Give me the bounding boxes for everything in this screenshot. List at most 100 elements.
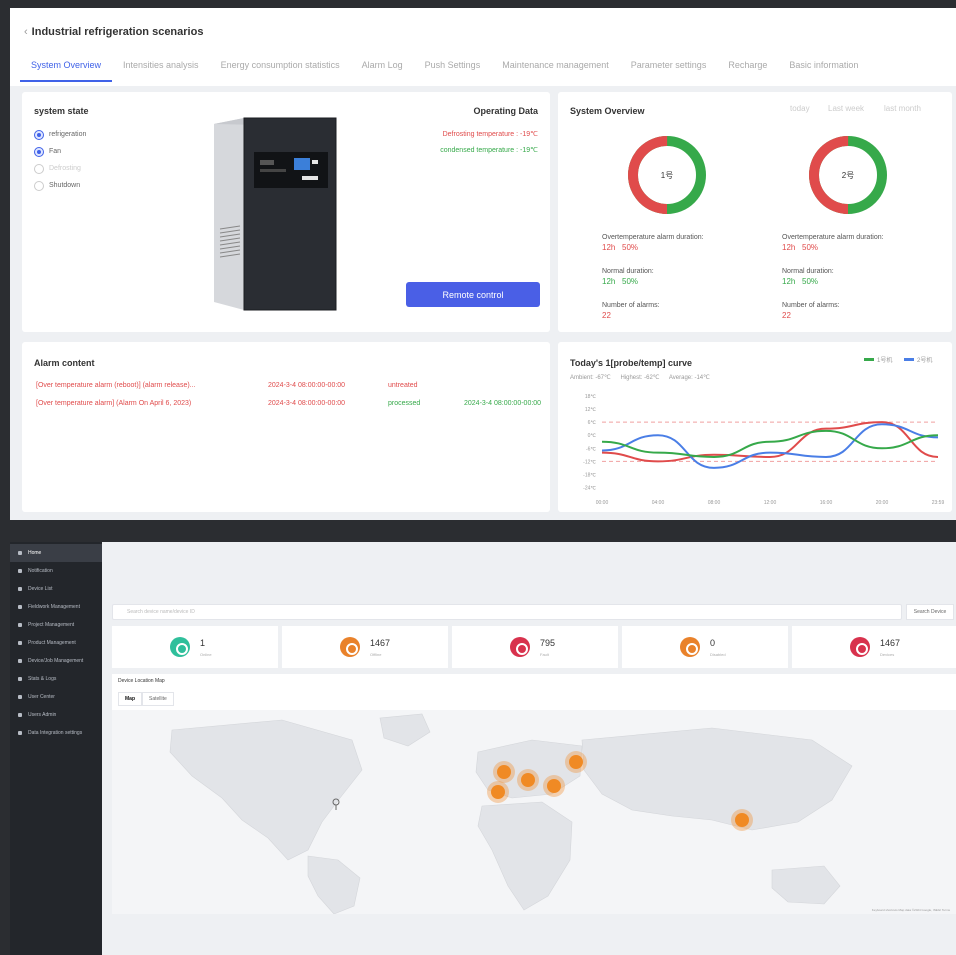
system-overview-card: System Overview today Last week last mon… [558, 92, 952, 332]
device-cluster-marker[interactable] [565, 751, 587, 773]
alarm-text: [Over temperature alarm] (Alarm On April… [36, 400, 192, 407]
system-state-title: system state [34, 106, 89, 116]
kpi-card-disabled[interactable]: 0 Disabled [622, 626, 788, 668]
sidebar-item-label: Fieldwork Management [28, 604, 80, 610]
world-map[interactable] [112, 710, 956, 914]
map-tab-map[interactable]: Map [118, 692, 142, 706]
sidebar-item-stats-logs[interactable]: Stats & Logs [10, 670, 102, 688]
status-icon [170, 637, 190, 657]
menu-icon [18, 623, 22, 627]
state-indicator-icon [34, 146, 44, 157]
menu-icon [18, 731, 22, 735]
device-map-card: Device Location Map Map Satellite Keyboa… [112, 674, 956, 914]
kpi-row: 1 Online 1467 Offline 795 Fault 0 Disabled 1467 D… [112, 626, 956, 668]
sidebar-item-label: Device List [28, 586, 53, 592]
tab-bar: System Overview Intensities analysis Energ… [20, 58, 956, 82]
kpi-label: Online [200, 652, 212, 657]
unit1-overtemp: Overtemperature alarm duration: 12h 50% [602, 234, 704, 252]
tab-parameter-settings[interactable]: Parameter settings [620, 58, 718, 82]
menu-icon [18, 551, 22, 555]
sidebar-item-notification[interactable]: Notification [10, 562, 102, 580]
sidebar-item-project-management[interactable]: Project Management [10, 616, 102, 634]
alarm-row[interactable]: [Over temperature alarm] (Alarm On April… [36, 400, 541, 412]
tab-recharge[interactable]: Recharge [717, 58, 778, 82]
state-item-label: Shutdown [49, 182, 81, 189]
tab-push-settings[interactable]: Push Settings [414, 58, 492, 82]
sidebar-item-label: Product Management [28, 640, 76, 646]
unit1-donut: 1号 [628, 136, 706, 214]
period-today[interactable]: today [790, 104, 810, 113]
alarm-status: untreated [388, 382, 418, 389]
temperature-line-chart: 18℃ 12℃ 6℃ 0℃ -6℃ -12℃ -18℃ -24℃ 00:00 04:00 08:00… [583, 394, 945, 506]
kpi-card-fault[interactable]: 795 Fault [452, 626, 618, 668]
dashboard-header: ‹ Industrial refrigeration scenarios Syst… [10, 8, 956, 86]
kpi-value: 1 [200, 638, 206, 648]
tab-energy-consumption-statistics[interactable]: Energy consumption statistics [210, 58, 351, 82]
refrigeration-unit-image [214, 117, 337, 311]
y-tick-label: 0℃ [588, 433, 597, 439]
kpi-label: Offline [370, 652, 382, 657]
back-icon[interactable]: ‹ [24, 26, 28, 38]
sidebar-item-data-integration-settings[interactable]: Data Integration settings [10, 724, 102, 742]
tab-intensities-analysis[interactable]: Intensities analysis [112, 58, 210, 82]
unit2-alarm-count: Number of alarms: 22 [782, 302, 840, 320]
map-tab-satellite[interactable]: Satellite [142, 692, 174, 706]
page-title-text: Industrial refrigeration scenarios [31, 26, 204, 38]
state-indicator-icon [34, 163, 44, 174]
main-content: Search device name/device ID Search Devi… [102, 542, 956, 955]
unit2-donut: 2号 [809, 136, 887, 214]
tab-system-overview[interactable]: System Overview [20, 58, 113, 82]
x-tick-label: 04:00 [652, 500, 665, 506]
device-cluster-marker[interactable] [493, 761, 515, 783]
tab-maintenance-management[interactable]: Maintenance management [491, 58, 620, 82]
unit1-alarm-count: Number of alarms: 22 [602, 302, 660, 320]
x-tick-label: 20:00 [876, 500, 889, 506]
sidebar-item-fieldwork-management[interactable]: Fieldwork Management [10, 598, 102, 616]
period-last-month[interactable]: last month [884, 104, 921, 113]
alarm-row[interactable]: [Over temperature alarm (reboot)] (alarm… [36, 382, 536, 394]
x-tick-label: 23:59 [932, 500, 945, 506]
device-search-input[interactable]: Search device name/device ID [112, 604, 902, 620]
unit2-normal: Normal duration: 12h 50% [782, 268, 834, 286]
device-cluster-marker[interactable] [487, 781, 509, 803]
sidebar-item-device-list[interactable]: Device List [10, 580, 102, 598]
remote-control-button[interactable]: Remote control [406, 282, 540, 307]
sidebar-item-device-job-management[interactable]: Device/Job Management [10, 652, 102, 670]
device-cluster-marker[interactable] [731, 809, 753, 831]
map-title: Device Location Map [118, 678, 165, 684]
kpi-card-offline[interactable]: 1467 Offline [282, 626, 448, 668]
status-icon [510, 637, 530, 657]
menu-icon [18, 569, 22, 573]
unit2-overtemp: Overtemperature alarm duration: 12h 50% [782, 234, 884, 252]
x-tick-label: 00:00 [596, 500, 609, 506]
x-tick-label: 12:00 [764, 500, 777, 506]
menu-icon [18, 713, 22, 717]
sidebar-item-product-management[interactable]: Product Management [10, 634, 102, 652]
menu-icon [18, 695, 22, 699]
x-tick-label: 08:00 [708, 500, 721, 506]
search-device-button[interactable]: Search Device [906, 604, 954, 620]
alarm-text: [Over temperature alarm (reboot)] (alarm… [36, 382, 196, 389]
state-item-shutdown: Shutdown [34, 177, 86, 194]
alarm-content-card: Alarm content [Over temperature alarm (r… [22, 342, 550, 512]
device-cluster-marker[interactable] [517, 769, 539, 791]
y-tick-label: -24℃ [583, 485, 596, 491]
sidebar-item-home[interactable]: Home [10, 544, 102, 562]
device-cluster-marker[interactable] [543, 775, 565, 797]
refrigeration-dashboard: ‹ Industrial refrigeration scenarios Syst… [10, 8, 956, 520]
sidebar-item-label: User Center [28, 694, 55, 700]
y-tick-label: -18℃ [583, 472, 596, 478]
kpi-card-devices[interactable]: 1467 Devices [792, 626, 956, 668]
sidebar-item-user-center[interactable]: User Center [10, 688, 102, 706]
menu-icon [18, 587, 22, 591]
sidebar-item-label: Device/Job Management [28, 658, 84, 664]
period-last-week[interactable]: Last week [828, 104, 864, 113]
alarm-status: processed [388, 400, 421, 407]
tab-basic-information[interactable]: Basic information [778, 58, 869, 82]
sidebar-item-users-admin[interactable]: Users Admin [10, 706, 102, 724]
map-attribution: Keyboard shortcuts Map data ©2024 Google… [871, 908, 950, 912]
kpi-card-online[interactable]: 1 Online [112, 626, 278, 668]
state-item-label: Fan [49, 148, 62, 155]
alarm-done-time: 2024-3-4 08:00:00-00:00 [464, 400, 542, 407]
tab-alarm-log[interactable]: Alarm Log [351, 58, 414, 82]
